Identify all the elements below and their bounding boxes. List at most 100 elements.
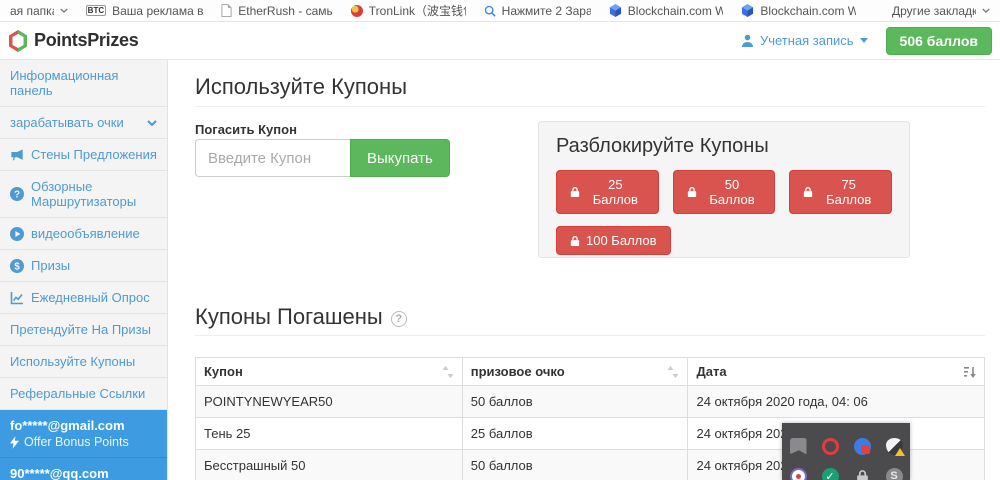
chevron-down-icon: [147, 120, 157, 126]
column-label: Дата: [696, 364, 964, 379]
bookmark-item[interactable]: Blockchain.com Wa: [741, 4, 856, 18]
bookmark-item[interactable]: Blockchain.com Wa: [609, 4, 724, 18]
blockchain-cube-icon: [741, 4, 754, 17]
bookmark-label: ая папка: [10, 4, 54, 18]
sidebar-item-use-coupons[interactable]: Используйте Купоны: [0, 346, 167, 378]
sync-app-icon[interactable]: [854, 438, 871, 455]
page-icon: [221, 4, 232, 17]
bookmark-item[interactable]: Нажмите 2 Зараб: [484, 4, 591, 18]
opera-icon[interactable]: [822, 438, 839, 455]
sidebar-item-prizes[interactable]: $ Призы: [0, 250, 167, 282]
lock-icon: [570, 235, 580, 247]
points-balance-badge[interactable]: 506 баллов: [886, 27, 992, 55]
sidebar-item-referral-links[interactable]: Реферальные Ссылки: [0, 378, 167, 410]
unlock-button-label: 25 Баллов: [586, 177, 645, 207]
bookmark-item[interactable]: TronLink（波宝钱包: [351, 2, 466, 19]
cell-points: 50 баллов: [462, 386, 688, 418]
bonus-notification[interactable]: fo*****@gmail.com Offer Bonus Points: [0, 410, 167, 458]
sidebar-item-earn-points[interactable]: зарабатывать очки: [0, 107, 167, 139]
site-header: PointsPrizes Учетная запись 506 баллов: [0, 22, 1000, 60]
sidebar-item-dashboard[interactable]: Информационная панель: [0, 60, 167, 107]
sort-icon: [667, 366, 679, 378]
bookmark-item[interactable]: BTC Ваша реклама в с: [86, 4, 204, 18]
unlock-buttons-row: 25 Баллов 50 Баллов 75 Баллов: [556, 170, 892, 214]
unlock-button-label: 75 Баллов: [819, 177, 878, 207]
svg-text:?: ?: [14, 190, 20, 201]
column-header-points[interactable]: призовое очко: [462, 358, 688, 386]
bookmark-item[interactable]: EtherRush - самый: [221, 4, 333, 18]
other-bookmarks-label: Другие закладки: [892, 4, 976, 18]
account-menu[interactable]: Учетная запись: [741, 33, 868, 48]
system-tray-popup: [782, 423, 910, 480]
sidebar: Информационная панель зарабатывать очки …: [0, 60, 168, 480]
unlock-50-button[interactable]: 50 Баллов: [673, 170, 776, 214]
main-content: Используйте Купоны Погасить Купон Выкупа…: [168, 60, 1000, 480]
cell-coupon: Бесстрашный 50: [196, 450, 463, 480]
check-icon[interactable]: [822, 468, 839, 480]
bonus-notification[interactable]: 90*****@qq.com Offer Bonus Points: [0, 458, 167, 480]
cell-coupon: Тень 25: [196, 418, 463, 450]
unlock-panel-title: Разблокируйте Купоны: [556, 135, 892, 158]
redeem-input-group: Выкупать: [195, 139, 450, 177]
coupon-input[interactable]: [195, 139, 350, 177]
divider: [195, 335, 985, 336]
sidebar-item-survey-routers[interactable]: ? Обзорные Маршрутизаторы: [0, 171, 167, 218]
other-bookmarks-button[interactable]: Другие закладки: [892, 4, 990, 18]
column-header-date[interactable]: Дата: [688, 358, 985, 386]
blockchain-cube-icon: [609, 4, 622, 17]
ribbon-icon[interactable]: [790, 438, 807, 455]
help-icon[interactable]: [391, 311, 407, 327]
redeem-button[interactable]: Выкупать: [350, 139, 450, 177]
lock-icon: [570, 186, 580, 198]
notification-email: 90*****@qq.com: [10, 465, 157, 480]
sidebar-item-label: зарабатывать очки: [10, 115, 140, 130]
megaphone-icon: [10, 148, 24, 162]
brand-logo[interactable]: PointsPrizes: [8, 30, 138, 52]
coin-icon: $: [10, 259, 24, 273]
unlock-button-label: 50 Баллов: [703, 177, 762, 207]
cell-points: 50 баллов: [462, 450, 688, 480]
question-circle-icon: ?: [10, 187, 24, 201]
bookmark-label: EtherRush - самый: [238, 4, 333, 18]
bookmark-folder[interactable]: ая папка: [10, 4, 68, 18]
unlock-25-button[interactable]: 25 Баллов: [556, 170, 659, 214]
notification-email: fo*****@gmail.com: [10, 417, 157, 434]
column-header-coupon[interactable]: Купон: [196, 358, 463, 386]
notification-message: Offer Bonus Points: [24, 434, 129, 451]
sidebar-item-label: Информационная панель: [10, 68, 157, 98]
sidebar-item-claim-prizes[interactable]: Претендуйте На Призы: [0, 314, 167, 346]
chevron-down-icon: [982, 8, 990, 13]
record-icon[interactable]: [790, 468, 807, 480]
sidebar-item-daily-poll[interactable]: Ежедневный Опрос: [0, 282, 167, 314]
unlock-75-button[interactable]: 75 Баллов: [789, 170, 892, 214]
sidebar-item-offer-walls[interactable]: Стены Предложения: [0, 139, 167, 171]
column-label: призовое очко: [471, 364, 668, 379]
cell-points: 25 баллов: [462, 418, 688, 450]
bookmark-label: Ваша реклама в с: [112, 4, 203, 18]
sidebar-item-label: Обзорные Маршрутизаторы: [31, 179, 157, 209]
bookmarks-bar: ая папка BTC Ваша реклама в с EtherRush …: [0, 0, 1000, 22]
chart-icon: [10, 291, 24, 305]
tronlink-icon: [351, 5, 363, 17]
sidebar-item-label: Используйте Купоны: [10, 354, 157, 369]
shield-warning-icon[interactable]: [886, 438, 903, 455]
unlock-100-button[interactable]: 100 Баллов: [556, 226, 671, 255]
sidebar-item-video-ads[interactable]: видеообъявление: [0, 218, 167, 250]
sidebar-item-label: Призы: [31, 258, 157, 273]
btc-icon: BTC: [86, 5, 106, 16]
cell-date: 24 октября 2020 года, 04: 06: [688, 386, 985, 418]
account-label: Учетная запись: [760, 33, 854, 48]
column-label: Купон: [204, 364, 442, 379]
person-icon: [741, 34, 754, 47]
unlock-buttons-row: 100 Баллов: [556, 226, 892, 255]
table-row: POINTYNEWYEAR50 50 баллов 24 октября 202…: [196, 386, 985, 418]
cell-coupon: POINTYNEWYEAR50: [196, 386, 463, 418]
lock-icon[interactable]: [854, 468, 871, 480]
lock-icon: [687, 186, 697, 198]
bolt-icon: [10, 436, 19, 449]
sidebar-item-label: Реферальные Ссылки: [10, 386, 157, 401]
redeem-coupon-label: Погасить Купон: [195, 122, 297, 137]
bookmark-label: Blockchain.com Wa: [760, 4, 856, 18]
s-app-icon[interactable]: [886, 468, 903, 480]
header-right: Учетная запись 506 баллов: [741, 27, 992, 55]
